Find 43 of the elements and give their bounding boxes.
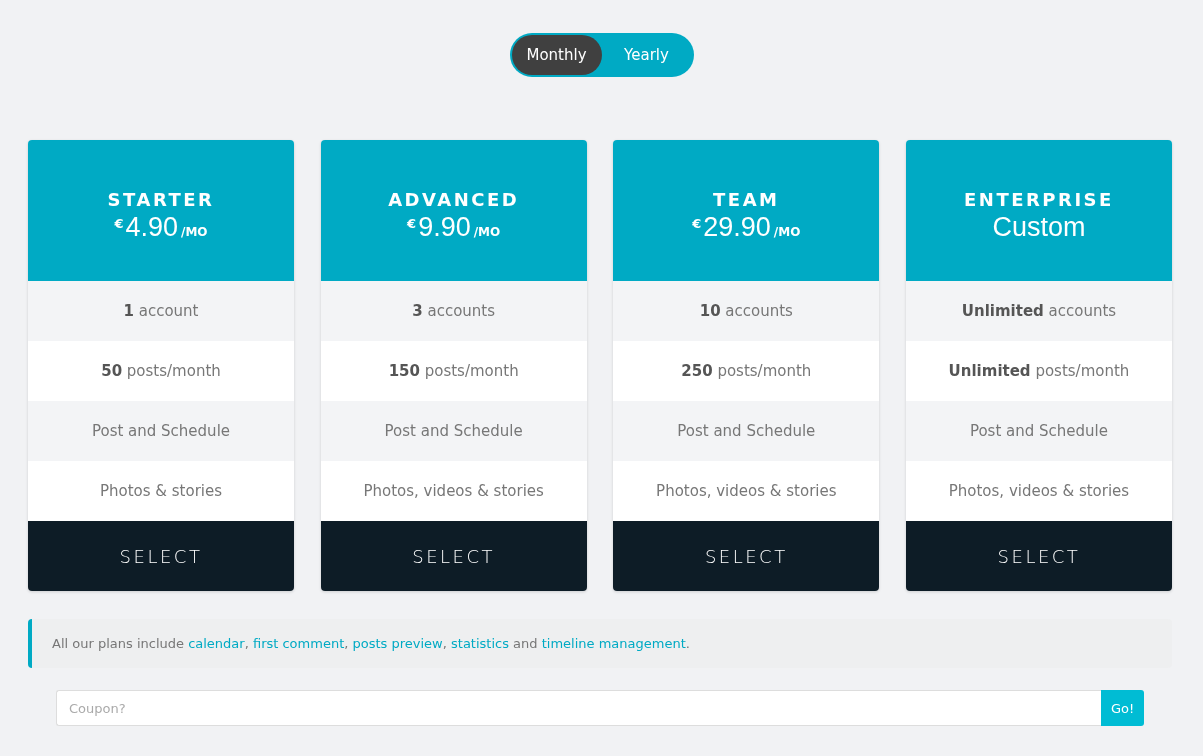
billing-tab[interactable]: Monthly bbox=[511, 35, 602, 75]
plan-feature: 3 accounts bbox=[412, 302, 496, 320]
plan-price: 29.90 bbox=[703, 211, 771, 243]
plan-feature: Photos, videos & stories bbox=[363, 482, 544, 500]
price-period: /MO bbox=[181, 224, 208, 239]
go-button[interactable]: Go! bbox=[1101, 690, 1144, 726]
currency-symbol: € bbox=[114, 215, 124, 231]
feature-link[interactable]: posts preview bbox=[352, 636, 443, 651]
price-period: /MO bbox=[773, 224, 801, 239]
plan-name: STARTER bbox=[107, 188, 215, 210]
plan-price: 9.90 bbox=[418, 211, 471, 243]
plan-feature: Post and Schedule bbox=[677, 422, 816, 440]
plan-feature: 1 account bbox=[123, 302, 199, 320]
select-button[interactable]: SELECT bbox=[905, 521, 1172, 591]
currency-symbol: € bbox=[407, 215, 417, 231]
feature-link[interactable]: timeline management bbox=[541, 636, 686, 651]
price-period: /MO bbox=[473, 224, 501, 239]
select-button[interactable]: SELECT bbox=[28, 521, 294, 591]
plan-name: TEAM bbox=[713, 188, 780, 210]
feature-link[interactable]: statistics bbox=[451, 636, 509, 651]
plan-feature: 250 posts/month bbox=[681, 362, 812, 380]
billing-tab[interactable]: Yearly bbox=[601, 35, 692, 75]
select-button[interactable]: SELECT bbox=[613, 521, 880, 591]
plans-notice: All our plans include calendar, first comment, posts preview, statistics and timeline management. bbox=[28, 619, 1172, 668]
currency-symbol: € bbox=[692, 215, 702, 231]
plan-feature: 10 accounts bbox=[699, 302, 793, 320]
plan-price: Custom bbox=[992, 211, 1086, 243]
plan-price: 4.90 bbox=[125, 211, 179, 243]
plan-feature: Photos, videos & stories bbox=[948, 482, 1130, 500]
plan-feature: Photos, videos & stories bbox=[656, 482, 837, 500]
feature-link[interactable]: calendar bbox=[188, 636, 245, 651]
plan-feature: Unlimited accounts bbox=[961, 302, 1117, 320]
plan-feature: Photos & stories bbox=[99, 482, 223, 500]
plan-name: ENTERPRISE bbox=[964, 188, 1114, 210]
plan-feature: Post and Schedule bbox=[91, 422, 231, 440]
plan-feature: Unlimited posts/month bbox=[948, 362, 1130, 380]
plan-name: ADVANCED bbox=[388, 188, 520, 210]
plan-feature: Post and Schedule bbox=[384, 422, 523, 440]
plan-feature: Post and Schedule bbox=[969, 422, 1108, 440]
select-button[interactable]: SELECT bbox=[320, 521, 587, 591]
coupon-field[interactable]: Coupon? bbox=[56, 690, 1101, 726]
plan-feature: 50 posts/month bbox=[101, 362, 221, 380]
plan-feature: 150 posts/month bbox=[388, 362, 519, 380]
